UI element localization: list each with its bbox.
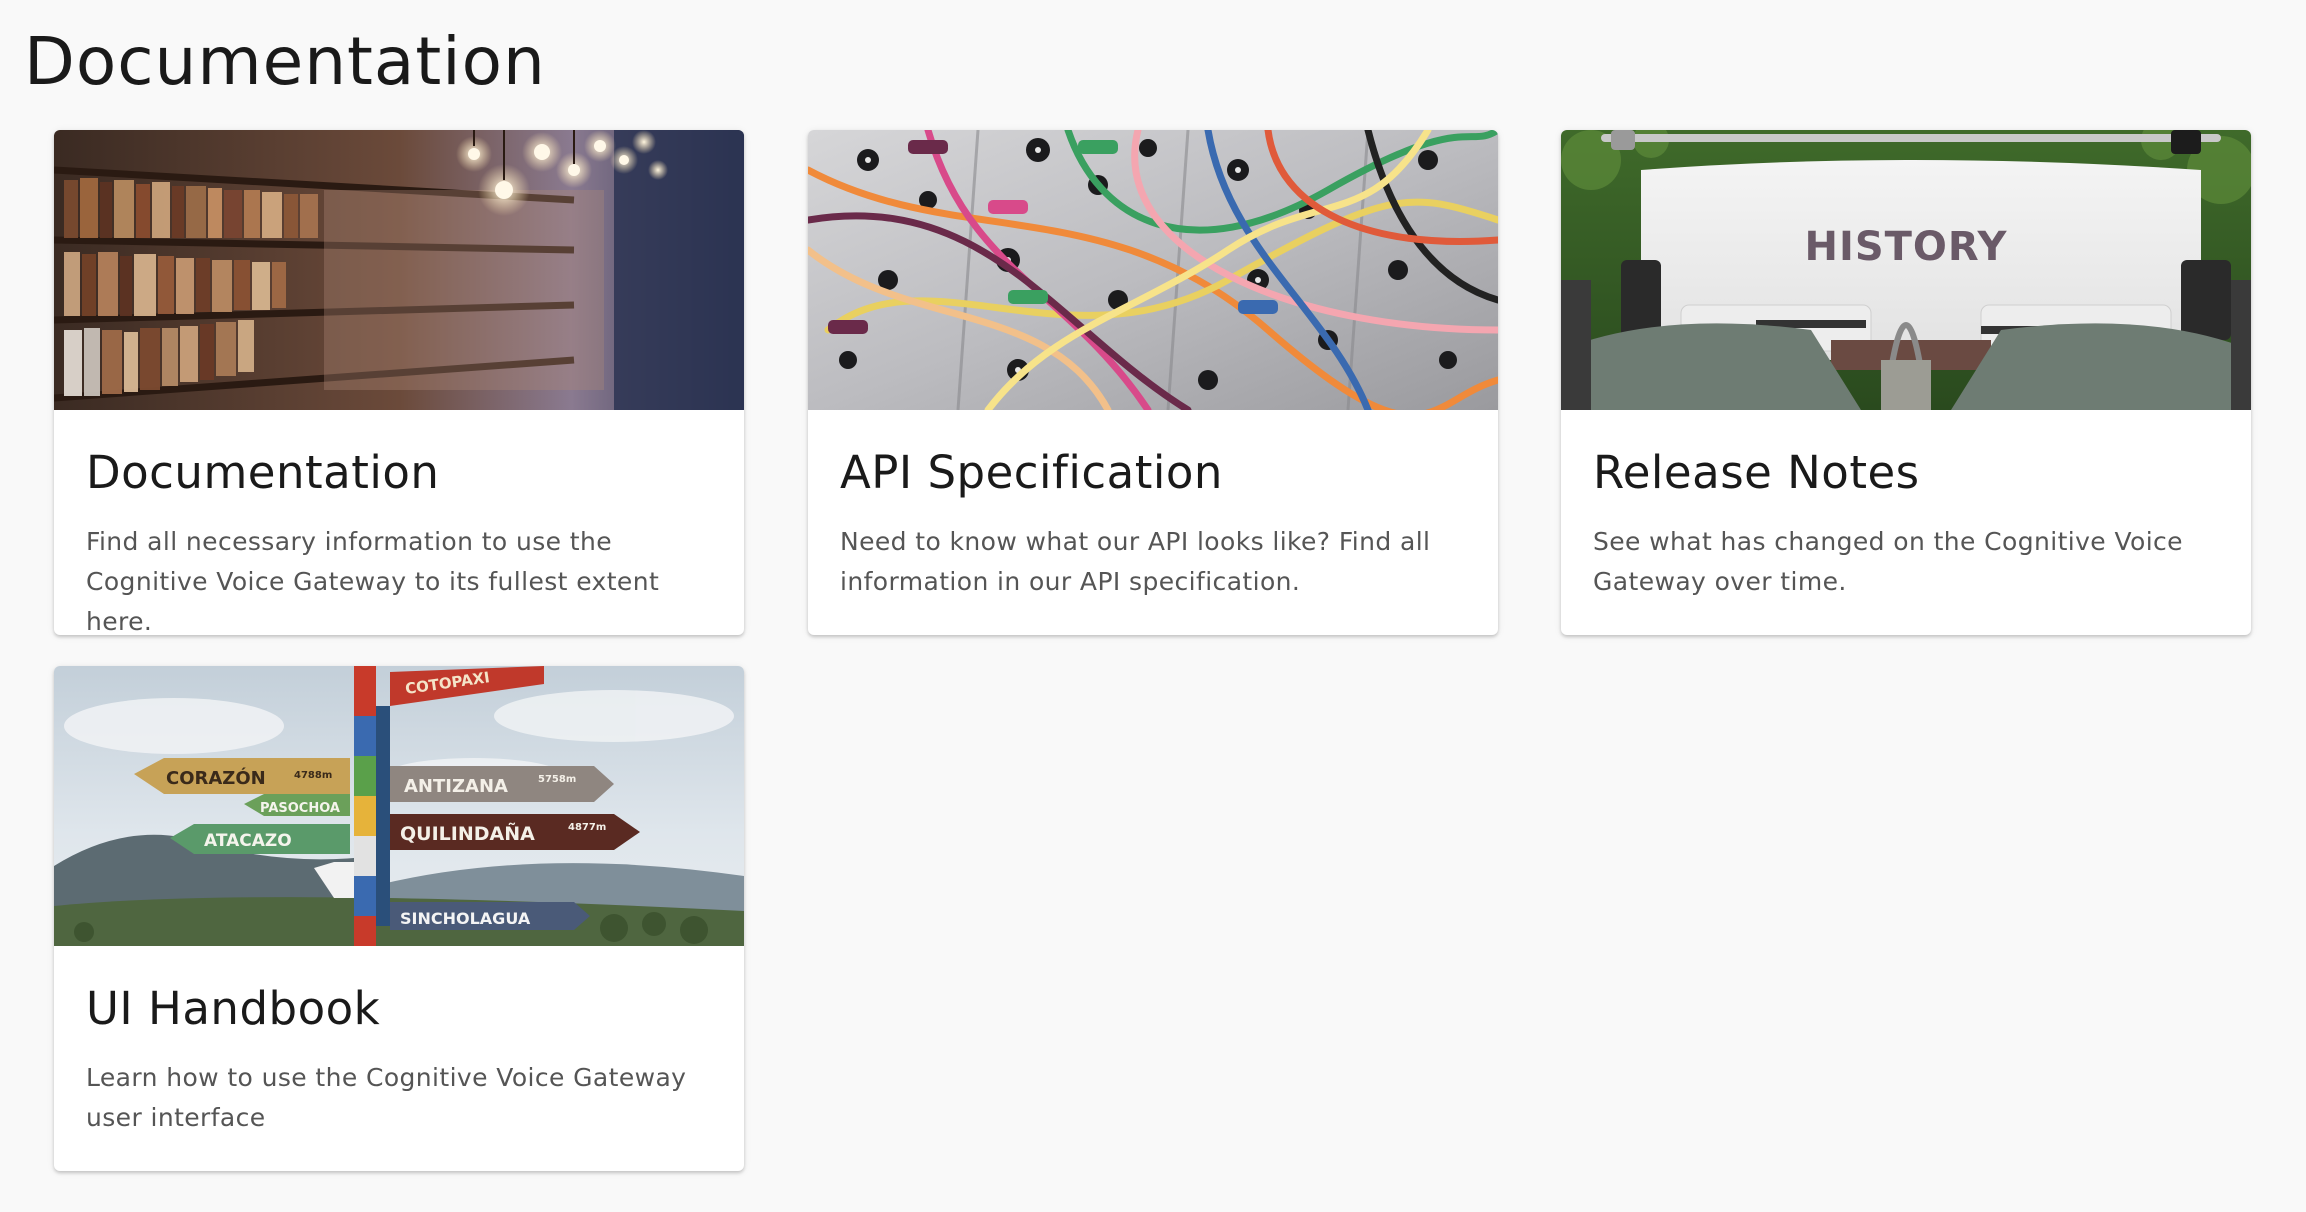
card-documentation[interactable]: Documentation Find all necessary informa… <box>54 130 744 635</box>
signpost-image: COTOPAXI CORAZÓN 4788m PASOCHOA ATACAZO … <box>54 666 744 946</box>
sign-label: ATACAZO <box>204 831 292 851</box>
card-title: Release Notes <box>1593 446 1920 499</box>
card-title: Documentation <box>86 446 440 499</box>
documentation-page: Documentation Documentation Find all nec… <box>0 0 2306 1212</box>
card-description: Find all necessary information to use th… <box>86 527 660 635</box>
patch-cables-image <box>808 130 1498 410</box>
sign-label: ANTIZANA <box>404 776 508 797</box>
typewriter-history-image: HISTORY <box>1561 130 2251 410</box>
page-title: Documentation <box>24 23 546 100</box>
card-description: Need to know what our API looks like? Fi… <box>840 527 1431 596</box>
library-bookshelves-image <box>54 130 744 410</box>
card-ui-handbook[interactable]: COTOPAXI CORAZÓN 4788m PASOCHOA ATACAZO … <box>54 666 744 1171</box>
card-release-notes[interactable]: HISTORY Release Notes See what has chang… <box>1561 130 2251 635</box>
sign-detail: 5758m <box>538 774 576 785</box>
card-description: Learn how to use the Cognitive Voice Gat… <box>86 1063 687 1132</box>
sign-label: PASOCHOA <box>260 801 340 816</box>
card-title: API Specification <box>840 446 1223 499</box>
sign-label: QUILINDAÑA <box>400 821 535 845</box>
card-description: See what has changed on the Cognitive Vo… <box>1593 527 2183 596</box>
sign-detail: 4788m <box>294 770 332 781</box>
card-title: UI Handbook <box>86 982 381 1035</box>
card-api-specification[interactable]: API Specification Need to know what our … <box>808 130 1498 635</box>
sign-detail: 4877m <box>568 822 606 833</box>
sign-label: SINCHOLAGUA <box>400 909 531 928</box>
history-image-text: HISTORY <box>1804 224 2007 270</box>
sign-label: CORAZÓN <box>166 767 266 789</box>
